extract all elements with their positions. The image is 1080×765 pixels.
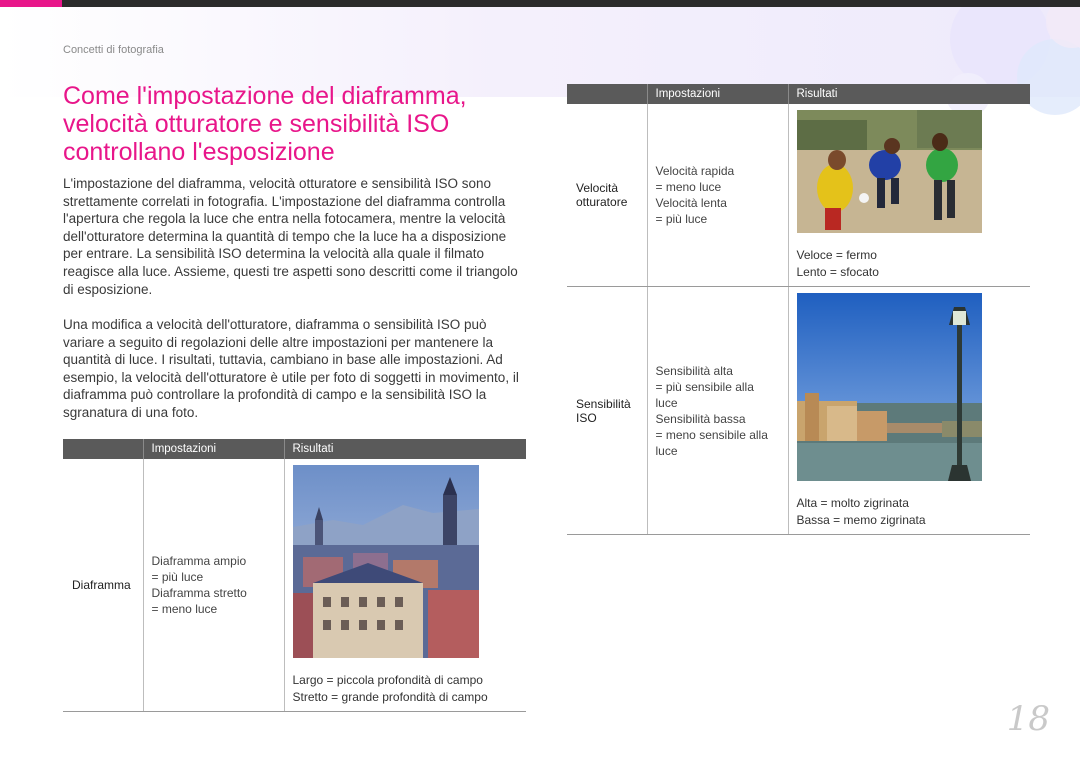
aperture-table: Impostazioni Risultati Diaframma Diafram… (63, 439, 526, 712)
setting-line: Diaframma stretto (151, 586, 247, 600)
setting-line: = meno luce (151, 602, 218, 616)
setting-line: Velocità lenta (655, 196, 727, 210)
iso-results: Alta = molto zigrinata Bassa = memo zigr… (787, 286, 1030, 535)
setting-line: luce (655, 443, 678, 458)
page-number: 18 (1006, 699, 1050, 739)
setting-line: = meno luce (655, 180, 722, 194)
header-settings: Impostazioni (142, 439, 284, 459)
label-line: Sensibilità (576, 396, 631, 411)
setting-line: = più luce (151, 570, 204, 584)
table-header-row: Impostazioni Risultati (567, 84, 1030, 104)
result-line: Lento = sfocato (796, 264, 879, 279)
result-line: Largo = piccola profondità di campo (292, 673, 483, 687)
shutter-settings: Velocità rapida = meno luce Velocità len… (646, 104, 788, 287)
iso-settings: Sensibilità alta = più sensibile alla lu… (646, 286, 788, 535)
top-bar-accent (0, 0, 62, 7)
table-header-row: Impostazioni Risultati (63, 439, 526, 459)
detail-paragraph: Una modifica a velocità dell'otturatore,… (63, 317, 519, 420)
aperture-settings: Diaframma ampio = più luce Diaframma str… (142, 459, 284, 712)
label-line: otturatore (576, 195, 628, 209)
header-empty-cell (63, 439, 143, 459)
aperture-results: Largo = piccola profondità di campo Stre… (283, 459, 526, 712)
result-line: Alta = molto zigrinata (796, 496, 909, 510)
kids-football-photo (796, 110, 982, 233)
setting-line: Diaframma ampio (151, 554, 247, 568)
top-bar (0, 0, 1080, 7)
setting-line: Sensibilità alta (655, 363, 733, 378)
setting-line: Sensibilità bassa (655, 411, 746, 426)
label-line: Velocità (576, 181, 619, 195)
table-row: Sensibilità ISO Sensibilità alta = più s… (567, 286, 1030, 535)
table-row: Diaframma Diaframma ampio = più luce Dia… (63, 459, 526, 712)
shutter-label: Velocità otturatore (567, 104, 647, 287)
breadcrumb: Concetti di fotografia (63, 44, 164, 56)
setting-line: Velocità rapida (655, 164, 735, 178)
aperture-label: Diaframma (63, 459, 143, 712)
city-rooftops-photo (292, 465, 479, 658)
shutter-results: Veloce = fermo Lento = sfocato (787, 104, 1030, 287)
header-empty-cell (567, 84, 647, 104)
setting-line: luce (655, 395, 678, 410)
result-line: Stretto = grande profondità di campo (292, 689, 488, 704)
page-title: Come l'impostazione del diaframma, veloc… (63, 82, 467, 166)
header-results: Risultati (787, 84, 1030, 104)
setting-line: = più sensibile alla (655, 379, 754, 394)
table-row: Velocità otturatore Velocità rapida = me… (567, 104, 1030, 287)
setting-line: = meno sensibile alla (655, 427, 768, 442)
label-line: ISO (576, 410, 597, 425)
header-settings: Impostazioni (646, 84, 788, 104)
riverside-lamppost-photo (796, 293, 982, 481)
result-line: Bassa = memo zigrinata (796, 512, 926, 527)
result-line: Veloce = fermo (796, 248, 877, 262)
intro-paragraph: L'impostazione del diaframma, velocità o… (63, 176, 518, 297)
shutter-iso-table: Impostazioni Risultati Velocità otturato… (567, 84, 1030, 535)
setting-line: = più luce (655, 212, 708, 226)
header-results: Risultati (283, 439, 526, 459)
iso-label: Sensibilità ISO (567, 286, 647, 535)
